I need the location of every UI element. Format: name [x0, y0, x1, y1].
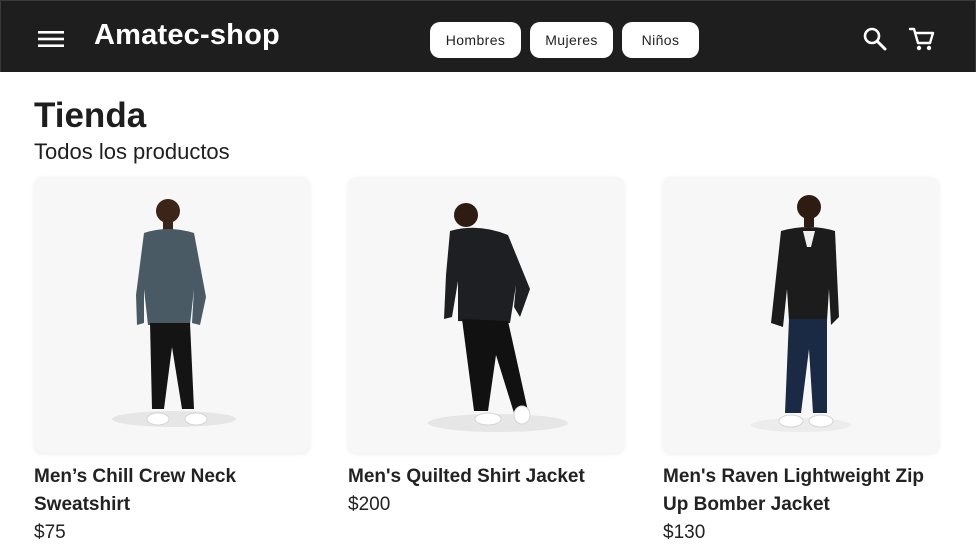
product-card[interactable]: Men’s Chill Crew Neck Sweatshirt $75 — [34, 177, 310, 547]
product-image[interactable] — [663, 177, 939, 453]
search-button[interactable] — [859, 23, 891, 55]
page-title: Tienda — [34, 96, 147, 135]
menu-button[interactable] — [31, 21, 71, 57]
brand-logo[interactable]: Amatec-shop — [94, 19, 280, 52]
page-subtitle: Todos los productos — [34, 139, 230, 164]
product-card[interactable]: Men's Raven Lightweight Zip Up Bomber Ja… — [663, 177, 939, 547]
product-title[interactable]: Men's Quilted Shirt Jacket — [348, 463, 624, 491]
app-bar: Amatec-shop Hombres Mujeres Niños — [0, 0, 976, 72]
menu-icon — [38, 31, 64, 47]
product-title[interactable]: Men’s Chill Crew Neck Sweatshirt — [34, 463, 310, 519]
nav-mujeres-button[interactable]: Mujeres — [530, 22, 613, 58]
nav-ninos-button[interactable]: Niños — [622, 22, 699, 58]
product-image[interactable] — [34, 177, 310, 453]
product-price: $200 — [348, 494, 391, 515]
model-figure-icon — [751, 195, 851, 432]
product-image[interactable] — [348, 177, 624, 453]
nav-hombres-button[interactable]: Hombres — [430, 22, 521, 58]
category-nav: Hombres Mujeres Niños — [430, 22, 699, 58]
product-title[interactable]: Men's Raven Lightweight Zip Up Bomber Ja… — [663, 463, 939, 519]
product-price: $75 — [34, 522, 66, 543]
model-figure-icon — [428, 203, 568, 432]
product-price: $130 — [663, 522, 706, 543]
product-card[interactable]: Men's Quilted Shirt Jacket $200 — [348, 177, 624, 519]
shopping-cart-icon — [908, 27, 935, 51]
model-figure-icon — [112, 199, 236, 427]
search-icon — [863, 27, 887, 51]
cart-button[interactable] — [906, 23, 938, 55]
